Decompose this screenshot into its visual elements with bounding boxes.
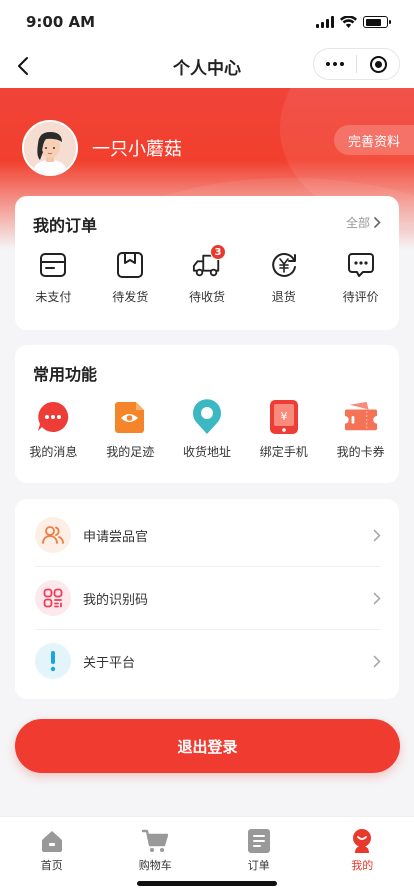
info-icon xyxy=(35,643,71,679)
func-footprints-label: 我的足迹 xyxy=(106,445,155,459)
settings-menu-card: 申请尝品官 我的识别码 关于平台 xyxy=(15,499,399,699)
order-to-review-label: 待评价 xyxy=(342,290,379,304)
menu-item-apply-taster-label: 申请尝品官 xyxy=(83,529,149,545)
profile-header[interactable]: 一只小蘑菇 xyxy=(22,120,182,176)
order-icon xyxy=(247,829,270,853)
qrcode-icon xyxy=(35,580,71,616)
chevron-right-icon xyxy=(374,217,381,228)
order-to-receive[interactable]: 3 待收货 xyxy=(169,244,246,305)
refund-icon xyxy=(269,250,299,280)
menu-item-id-code-label: 我的识别码 xyxy=(83,592,149,608)
truck-icon: 3 xyxy=(192,244,226,280)
functions-card: 常用功能 我的消息 我的足迹 收货地址 ¥ 绑定手机 我的卡券 xyxy=(15,345,399,483)
func-address-label: 收货地址 xyxy=(182,445,231,459)
func-messages-label: 我的消息 xyxy=(29,445,78,459)
more-dots-icon xyxy=(326,62,344,66)
home-indicator xyxy=(137,881,277,886)
page-title: 个人中心 xyxy=(173,58,241,79)
location-icon xyxy=(190,399,224,435)
tab-mine-label: 我的 xyxy=(351,859,374,872)
phone-icon: ¥ xyxy=(267,399,301,435)
box-icon xyxy=(115,250,145,280)
battery-icon xyxy=(363,16,391,28)
profile-icon xyxy=(353,829,372,853)
func-address[interactable]: 收货地址 xyxy=(169,399,246,460)
chevron-right-icon xyxy=(373,655,381,667)
func-bind-phone[interactable]: ¥ 绑定手机 xyxy=(245,399,322,460)
tab-mine[interactable]: 我的 xyxy=(311,817,414,896)
close-miniapp-button[interactable] xyxy=(357,49,399,79)
chevron-right-icon xyxy=(373,529,381,541)
tab-home[interactable]: 首页 xyxy=(0,817,104,896)
miniapp-capsule xyxy=(313,48,400,80)
order-refund[interactable]: 退货 xyxy=(245,250,322,305)
order-unpaid[interactable]: 未支付 xyxy=(15,250,92,305)
logout-button[interactable]: 退出登录 xyxy=(15,719,400,773)
comment-icon xyxy=(346,250,376,280)
status-bar: 9:00 AM xyxy=(0,0,414,44)
orders-title: 我的订单 xyxy=(33,216,98,235)
orders-card: 我的订单 全部 未支付 待发货 3 待收货 退货 待评价 xyxy=(15,196,399,330)
tab-home-label: 首页 xyxy=(40,859,63,872)
card-icon xyxy=(38,250,68,280)
users-icon xyxy=(35,517,71,553)
avatar[interactable] xyxy=(22,120,78,176)
cart-icon xyxy=(142,829,169,852)
nav-bar: 个人中心 xyxy=(0,44,414,88)
back-arrow-icon[interactable] xyxy=(12,54,36,78)
all-orders-link[interactable]: 全部 xyxy=(346,214,381,231)
order-to-ship-label: 待发货 xyxy=(112,290,149,304)
home-icon xyxy=(41,831,62,852)
order-to-ship[interactable]: 待发货 xyxy=(92,250,169,305)
message-icon xyxy=(36,399,70,435)
menu-item-about-label: 关于平台 xyxy=(83,655,136,671)
functions-title: 常用功能 xyxy=(33,365,98,384)
coupon-icon xyxy=(344,399,378,435)
func-bind-phone-label: 绑定手机 xyxy=(259,445,308,459)
menu-item-id-code[interactable]: 我的识别码 xyxy=(15,566,399,630)
avatar-illustration xyxy=(24,122,76,174)
order-refund-label: 退货 xyxy=(271,290,296,304)
signal-icon xyxy=(316,16,334,28)
func-footprints[interactable]: 我的足迹 xyxy=(92,399,169,460)
username: 一只小蘑菇 xyxy=(92,139,182,160)
complete-profile-button[interactable]: 完善资料 xyxy=(334,125,414,155)
all-orders-label: 全部 xyxy=(345,216,370,230)
order-to-receive-label: 待收货 xyxy=(188,290,225,304)
func-coupons[interactable]: 我的卡券 xyxy=(322,399,399,460)
status-time: 9:00 AM xyxy=(26,13,96,31)
to-receive-badge: 3 xyxy=(209,244,226,260)
more-button[interactable] xyxy=(314,49,356,79)
wifi-icon xyxy=(340,16,357,28)
func-coupons-label: 我的卡券 xyxy=(336,445,385,459)
target-icon xyxy=(369,55,387,73)
func-messages[interactable]: 我的消息 xyxy=(15,399,92,460)
chevron-right-icon xyxy=(373,592,381,604)
svg-text:¥: ¥ xyxy=(280,410,287,423)
order-to-review[interactable]: 待评价 xyxy=(322,250,399,305)
menu-item-apply-taster[interactable]: 申请尝品官 xyxy=(15,503,399,567)
order-unpaid-label: 未支付 xyxy=(35,290,72,304)
eye-footprint-icon xyxy=(113,399,147,435)
tab-orders-label: 订单 xyxy=(247,859,270,872)
menu-item-about[interactable]: 关于平台 xyxy=(15,629,399,693)
tab-cart-label: 购物车 xyxy=(138,859,172,872)
